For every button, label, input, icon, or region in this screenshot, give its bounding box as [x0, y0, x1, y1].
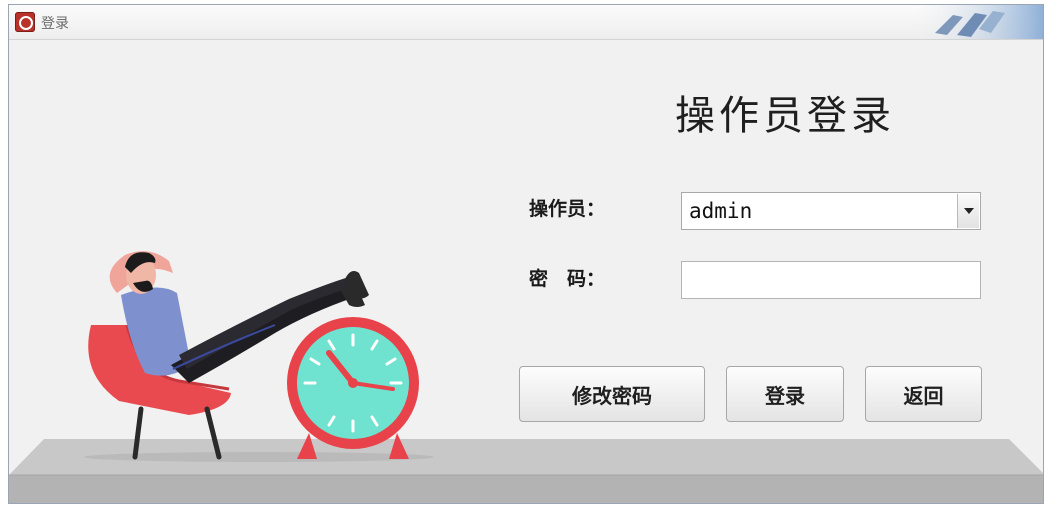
- relaxing-person-illustration: [84, 251, 434, 462]
- page-title: 操作员登录: [675, 93, 895, 139]
- chevron-down-icon[interactable]: [957, 194, 979, 228]
- password-input[interactable]: [681, 261, 981, 299]
- window-title: 登录: [41, 16, 69, 32]
- password-label: 密 码：: [529, 268, 606, 290]
- operator-label: 操作员：: [529, 198, 606, 220]
- app-logo-icon: [15, 12, 35, 32]
- back-button[interactable]: 返回: [865, 366, 982, 422]
- login-window: 登录 操作员登录 操作员： admin 密 码： 修改密码 登录 返回: [8, 4, 1044, 504]
- operator-value: admin: [689, 199, 753, 223]
- title-bar[interactable]: 登录: [9, 5, 1043, 40]
- login-button[interactable]: 登录: [726, 366, 844, 422]
- title-bar-decoration: [913, 5, 1043, 39]
- operator-select[interactable]: admin: [681, 192, 981, 230]
- change-password-button[interactable]: 修改密码: [519, 366, 705, 422]
